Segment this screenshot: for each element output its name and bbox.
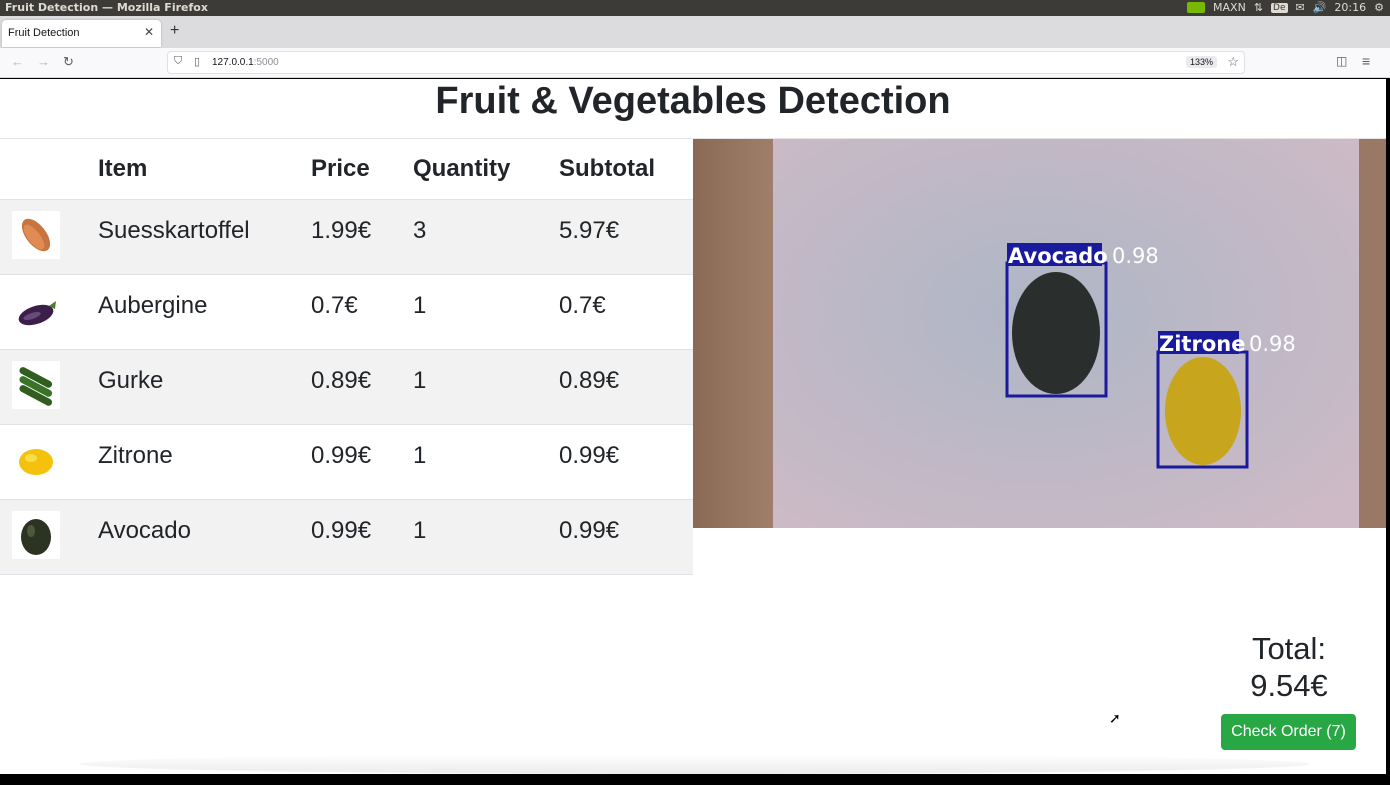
- cell-item: Gurke: [98, 367, 164, 394]
- camera-feed: Avocado 0.98 Zitrone 0.98: [693, 139, 1386, 528]
- total-label: Total:: [1251, 631, 1327, 666]
- header-price: Price: [311, 155, 370, 182]
- navigation-toolbar: ← → ↻ ⛉ ▯ 127.0.0.1:5000 133% ☆ ◫ ≡: [0, 48, 1390, 78]
- wood-surface-right: [1359, 139, 1386, 528]
- tab-title: Fruit Detection: [8, 27, 80, 39]
- hamburger-menu-icon[interactable]: ≡: [1362, 53, 1370, 69]
- cell-item: Aubergine: [98, 292, 208, 319]
- network-icon[interactable]: ⇅: [1254, 1, 1263, 14]
- tab-fruit-detection[interactable]: Fruit Detection ✕: [2, 20, 161, 47]
- power-mode[interactable]: MAXN: [1213, 1, 1246, 14]
- table-row: Zitrone 0.99€ 1 0.99€: [0, 425, 693, 500]
- avocado-object: [1012, 272, 1100, 394]
- system-tray: MAXN ⇅ De ✉ 🔊 20:16 ⚙: [1187, 1, 1384, 14]
- table-header: Item Price Quantity Subtotal: [0, 139, 693, 200]
- star-icon[interactable]: ☆: [1227, 54, 1239, 70]
- page-bottom-shadow: [80, 754, 1310, 774]
- table-row: Gurke 0.89€ 1 0.89€: [0, 350, 693, 425]
- cell-quantity: 1: [413, 292, 427, 319]
- cell-subtotal: 5.97€: [559, 217, 620, 244]
- avocado-confidence: 0.98: [1112, 244, 1159, 268]
- cell-price: 0.89€: [311, 367, 372, 394]
- nvidia-icon[interactable]: [1187, 2, 1206, 13]
- check-order-button[interactable]: Check Order (7): [1221, 714, 1356, 750]
- cell-item: Zitrone: [98, 442, 173, 469]
- wood-surface-left: [693, 139, 773, 528]
- back-arrow-icon[interactable]: ←: [11, 54, 24, 69]
- header-subtotal: Subtotal: [559, 155, 655, 182]
- reload-icon[interactable]: ↻: [63, 54, 74, 70]
- url-text[interactable]: 127.0.0.1:5000: [212, 57, 279, 68]
- total-value: 9.54€: [1250, 668, 1328, 703]
- volume-icon[interactable]: 🔊: [1313, 1, 1327, 14]
- os-top-bar: Fruit Detection — Mozilla Firefox MAXN ⇅…: [0, 0, 1390, 16]
- page-content: Fruit & Vegetables Detection Item Price …: [0, 79, 1386, 774]
- lemon-confidence: 0.98: [1249, 332, 1296, 356]
- cell-quantity: 3: [413, 217, 427, 244]
- mouse-cursor-icon: ➚: [1109, 710, 1121, 726]
- url-bar[interactable]: ⛉ ▯ 127.0.0.1:5000 133% ☆: [167, 51, 1245, 74]
- page-icon[interactable]: ▯: [194, 55, 200, 68]
- avocado-detection-label: Avocado: [1008, 244, 1108, 268]
- cucumber-thumbnail: [12, 361, 60, 409]
- cell-subtotal: 0.7€: [559, 292, 606, 319]
- avocado-thumbnail: [12, 511, 60, 559]
- cell-quantity: 1: [413, 367, 427, 394]
- clock[interactable]: 20:16: [1334, 1, 1366, 14]
- shield-icon[interactable]: ⛉: [174, 55, 182, 68]
- cell-subtotal: 0.99€: [559, 442, 620, 469]
- pocket-icon[interactable]: ◫: [1336, 54, 1347, 68]
- close-icon[interactable]: ✕: [144, 25, 154, 39]
- table-row: Aubergine 0.7€ 1 0.7€: [0, 275, 693, 350]
- order-table: Item Price Quantity Subtotal Suesskartof…: [0, 139, 693, 575]
- cell-subtotal: 0.99€: [559, 517, 620, 544]
- aubergine-thumbnail: [12, 286, 60, 334]
- cell-price: 0.99€: [311, 517, 372, 544]
- lemon-thumbnail: [12, 436, 60, 484]
- cell-item: Avocado: [98, 517, 191, 544]
- settings-gear-icon[interactable]: ⚙: [1374, 1, 1384, 14]
- forward-arrow-icon[interactable]: →: [37, 54, 50, 69]
- cell-quantity: 1: [413, 517, 427, 544]
- cell-quantity: 1: [413, 442, 427, 469]
- table-row: Suesskartoffel 1.99€ 3 5.97€: [0, 200, 693, 275]
- new-tab-plus-icon[interactable]: +: [170, 22, 179, 40]
- lemon-detection-label: Zitrone: [1159, 332, 1245, 356]
- cell-price: 0.99€: [311, 442, 372, 469]
- cell-item: Suesskartoffel: [98, 217, 250, 244]
- lemon-object: [1165, 357, 1241, 465]
- cell-price: 1.99€: [311, 217, 372, 244]
- header-quantity: Quantity: [413, 155, 511, 182]
- keyboard-layout[interactable]: De: [1271, 2, 1288, 13]
- header-item: Item: [98, 155, 148, 182]
- mail-icon[interactable]: ✉: [1296, 1, 1305, 14]
- window-title: Fruit Detection — Mozilla Firefox: [5, 1, 208, 14]
- sweet-potato-thumbnail: [12, 211, 60, 259]
- table-row: Avocado 0.99€ 1 0.99€: [0, 500, 693, 575]
- cell-price: 0.7€: [311, 292, 358, 319]
- tab-strip: Fruit Detection ✕ +: [0, 16, 1390, 48]
- zoom-level[interactable]: 133%: [1185, 56, 1217, 68]
- cell-subtotal: 0.89€: [559, 367, 620, 394]
- page-title: Fruit & Vegetables Detection: [435, 80, 951, 122]
